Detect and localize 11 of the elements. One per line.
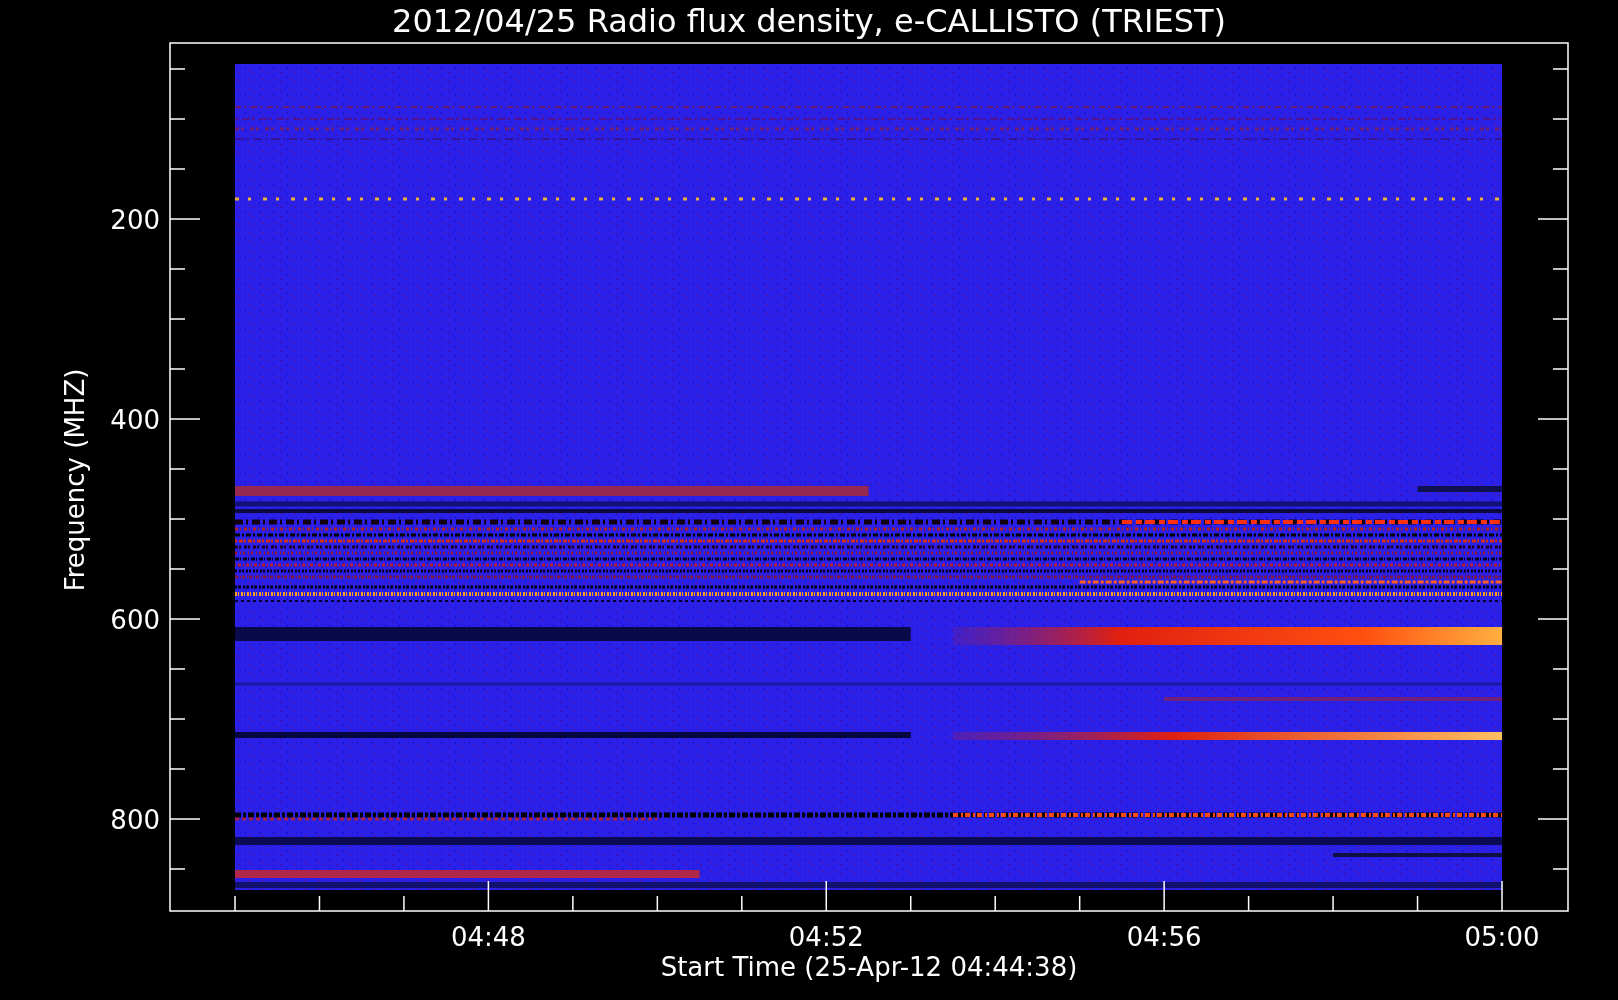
tick-label: 05:00 (1464, 922, 1540, 952)
tick-label: 800 (110, 805, 160, 835)
y-axis-label: Frequency (MHZ) (60, 368, 90, 592)
tick-label: 200 (110, 205, 160, 235)
chart-title: 2012/04/25 Radio flux density, e-CALLISTO (TRIEST) (392, 2, 1226, 40)
x-axis-label: Start Time (25-Apr-12 04:44:38) (660, 952, 1078, 982)
tick-label: 04:48 (450, 922, 526, 952)
tick-label: 04:56 (1126, 922, 1202, 952)
tick-label: 400 (110, 405, 160, 435)
tick-label: 600 (110, 605, 160, 635)
tick-label: 04:52 (788, 922, 864, 952)
